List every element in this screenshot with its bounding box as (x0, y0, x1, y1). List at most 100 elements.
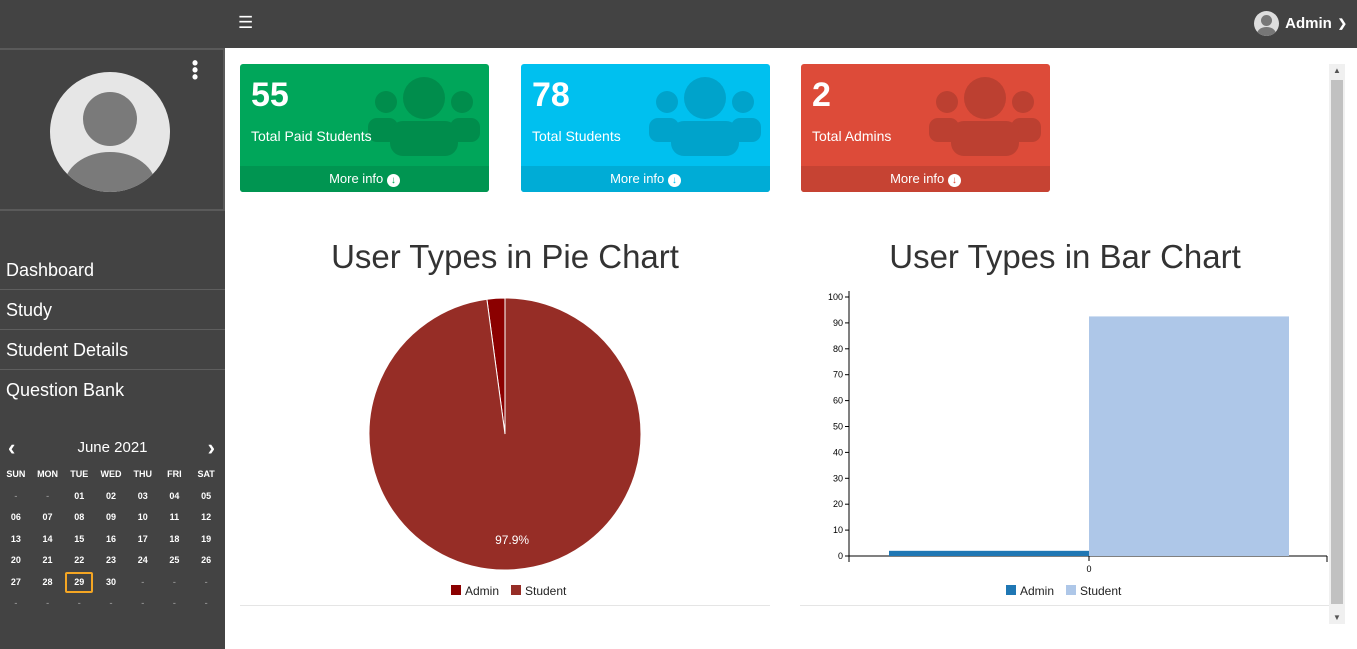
calendar-day[interactable]: 05 (190, 486, 222, 508)
top-navbar: ☰ Admin ❯ (0, 0, 1357, 48)
sidebar-item-student-details[interactable]: Student Details (0, 330, 225, 370)
calendar-day[interactable]: 14 (32, 529, 64, 551)
bar-admin[interactable] (889, 550, 1089, 556)
calendar-day[interactable]: 17 (127, 529, 159, 551)
profile-avatar (50, 72, 170, 192)
y-tick-label: 90 (833, 318, 843, 328)
legend-swatch (511, 585, 521, 595)
calendar-day[interactable]: 01 (63, 486, 95, 508)
y-tick-label: 100 (828, 292, 843, 302)
bar-student[interactable] (1089, 316, 1289, 556)
calendar-day[interactable]: 22 (63, 550, 95, 572)
legend-swatch (451, 585, 461, 595)
calendar-day[interactable]: 15 (63, 529, 95, 551)
weekday-label: THU (133, 469, 152, 479)
sidebar-item-study[interactable]: Study (0, 290, 225, 330)
sidebar-menu: Dashboard Study Student Details Question… (0, 250, 225, 410)
scrollbar-thumb[interactable] (1331, 80, 1343, 604)
calendar-day[interactable]: 26 (190, 550, 222, 572)
y-tick-label: 40 (833, 447, 843, 457)
calendar-day[interactable]: 09 (95, 507, 127, 529)
calendar-empty-day: - (172, 598, 176, 608)
calendar-empty-day: - (141, 576, 145, 587)
legend-swatch (1006, 585, 1016, 595)
pie-data-label: 97.9% (495, 533, 529, 547)
arrow-circle-down-icon: ↓ (667, 174, 681, 187)
calendar-day[interactable]: 13 (0, 529, 32, 551)
pie-slice-student[interactable] (368, 297, 642, 571)
calendar-empty-day: - (77, 598, 81, 608)
calendar-day-today[interactable]: 29 (65, 571, 94, 593)
scroll-down-icon[interactable]: ▼ (1329, 613, 1345, 622)
sidebar-item-question-bank[interactable]: Question Bank (0, 370, 225, 410)
users-icon (368, 77, 480, 156)
calendar-day[interactable]: 24 (127, 550, 159, 572)
weekday-label: SUN (6, 469, 26, 479)
calendar-day[interactable]: 30 (95, 572, 127, 594)
calendar-day[interactable]: 04 (159, 486, 191, 508)
legend-label: Student (1080, 584, 1122, 598)
more-info-label: More info (329, 171, 384, 186)
calendar-day[interactable]: 20 (0, 550, 32, 572)
stat-card-students: 78 Total Students More info ↓ (521, 64, 770, 192)
x-tick-label: 0 (1086, 564, 1091, 574)
y-tick-label: 20 (833, 499, 843, 509)
legend-label: Student (525, 584, 567, 598)
more-info-link[interactable]: More info ↓ (521, 166, 770, 192)
y-tick-label: 80 (833, 344, 843, 354)
calendar-day[interactable]: 28 (32, 572, 64, 594)
user-menu[interactable]: Admin ❯ (1254, 11, 1347, 36)
calendar-day[interactable]: 03 (127, 486, 159, 508)
calendar-empty-day: - (46, 598, 50, 608)
calendar-empty-day: - (109, 598, 113, 608)
calendar-empty-day: - (14, 598, 18, 608)
stat-card-admins: 2 Total Admins More info ↓ (801, 64, 1050, 192)
bar-chart: 0 10 20 30 40 50 60 70 80 90 100 0 Admin Student (828, 291, 1328, 598)
weekday-label: SAT (197, 469, 215, 479)
weekday-label: MON (37, 469, 59, 479)
stat-card-paid-students: 55 Total Paid Students More info ↓ (240, 64, 489, 192)
legend-label: Admin (465, 584, 499, 598)
calendar-day[interactable]: 10 (127, 507, 159, 529)
calendar-day[interactable]: 18 (159, 529, 191, 551)
more-options-icon[interactable]: • • • (190, 54, 200, 86)
calendar-day[interactable]: 11 (159, 507, 191, 529)
next-month-icon[interactable]: › (208, 436, 215, 460)
calendar-empty-day: - (14, 490, 18, 501)
stat-label: Total Students (532, 128, 621, 144)
y-tick-label: 60 (833, 396, 843, 406)
users-icon (649, 77, 761, 156)
more-info-label: More info (890, 171, 945, 186)
calendar-empty-day: - (172, 576, 176, 587)
calendar-day[interactable]: 02 (95, 486, 127, 508)
legend-swatch (1066, 585, 1076, 595)
stat-value: 55 (251, 76, 289, 114)
prev-month-icon[interactable]: ‹ (8, 436, 15, 460)
weekday-label: TUE (70, 469, 89, 479)
calendar-day[interactable]: 19 (190, 529, 222, 551)
sidebar-item-dashboard[interactable]: Dashboard (0, 250, 225, 290)
y-tick-label: 0 (838, 551, 843, 561)
calendar-day[interactable]: 27 (0, 572, 32, 594)
calendar-day[interactable]: 23 (95, 550, 127, 572)
user-name: Admin (1285, 15, 1332, 32)
scrollbar[interactable]: ▲ ▼ (1329, 64, 1345, 624)
calendar-day[interactable]: 06 (0, 507, 32, 529)
stat-label: Total Paid Students (251, 128, 372, 144)
calendar-day[interactable]: 08 (63, 507, 95, 529)
weekday-label: WED (100, 469, 122, 479)
more-info-label: More info (610, 171, 665, 186)
calendar-day[interactable]: 25 (159, 550, 191, 572)
calendar-day[interactable]: 12 (190, 507, 222, 529)
hamburger-icon[interactable]: ☰ (238, 13, 253, 33)
stat-label: Total Admins (812, 128, 892, 144)
scroll-up-icon[interactable]: ▲ (1329, 66, 1345, 75)
calendar-day[interactable]: 21 (32, 550, 64, 572)
more-info-link[interactable]: More info ↓ (801, 166, 1050, 192)
calendar-day[interactable]: 07 (32, 507, 64, 529)
bar-chart-title: User Types in Bar Chart (889, 238, 1241, 275)
y-tick-label: 10 (833, 525, 843, 535)
sidebar: • • • Dashboard Study Student Details Ques… (0, 48, 225, 649)
more-info-link[interactable]: More info ↓ (240, 166, 489, 192)
calendar-day[interactable]: 16 (95, 529, 127, 551)
